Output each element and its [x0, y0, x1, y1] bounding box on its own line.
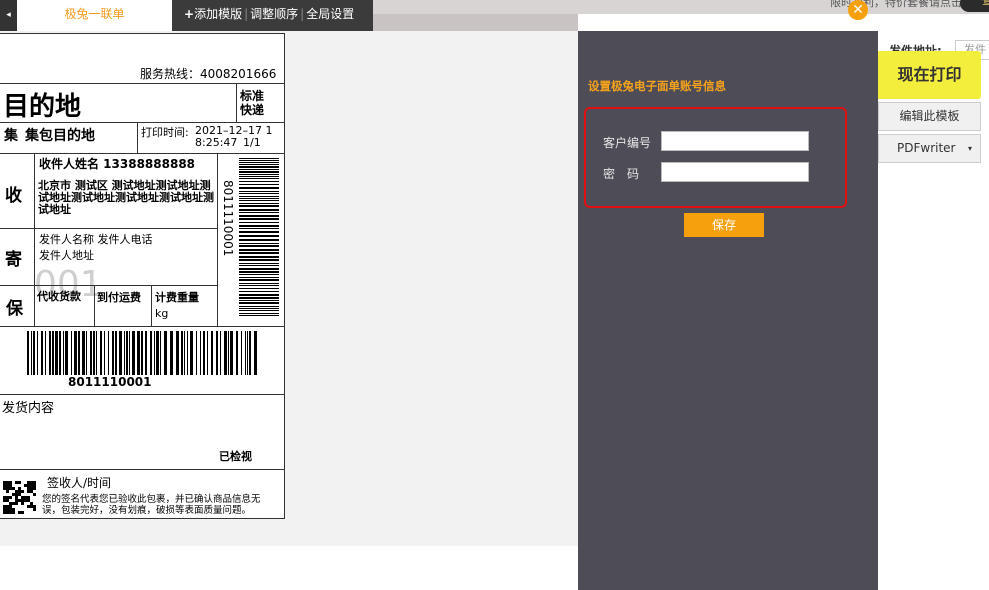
printer-name: PDFwriter — [897, 141, 956, 155]
print-time-label: 打印时间: — [141, 126, 189, 139]
barcode-number: 8011110001 — [68, 375, 152, 389]
vertical-tracking-number: 8011110001 — [221, 180, 235, 257]
divider — [0, 326, 285, 327]
vertical-barcode — [239, 158, 279, 316]
horizontal-barcode — [27, 331, 257, 375]
hub-destination: 集包目的地 — [25, 128, 95, 144]
destination: 目的地 — [3, 92, 82, 122]
global-settings-button[interactable]: 全局设置 — [306, 7, 354, 21]
password-input[interactable] — [661, 162, 809, 182]
divider — [0, 469, 285, 470]
separator: | — [244, 7, 249, 21]
send-char: 寄 — [5, 250, 22, 270]
shipping-label: 服务热线：4008201666 目的地 标准 快递 集 集包目的地 打印时间: … — [0, 33, 285, 519]
contents-label: 发货内容 — [2, 401, 55, 416]
service-type-line2: 快递 — [240, 103, 265, 117]
page-count: 1/1 — [243, 136, 261, 149]
receiver-address: 北京市 测试区 测试地址测试地址测试地址测试地址测试地址测试地址测试地址 — [38, 179, 214, 216]
divider — [0, 228, 217, 229]
hotline: 服务热线：4008201666 — [140, 67, 277, 81]
template-tools: +添加模版 | 调整顺序 | 全局设置 — [172, 0, 373, 31]
divider — [151, 285, 152, 326]
divider — [0, 122, 285, 123]
divider — [217, 153, 218, 326]
weight-label: 计费重量 — [155, 291, 199, 304]
insure-char: 保 — [6, 299, 23, 319]
inspected-mark: 已检视 — [219, 450, 252, 463]
print-clock: 8:25:47 — [195, 136, 238, 149]
customer-id-label: 客户编号 — [603, 136, 652, 150]
promo-details-button[interactable]: 查看详情 — [960, 0, 989, 12]
add-template-button[interactable]: 添加模版 — [194, 7, 242, 21]
password-label: 密 码 — [603, 167, 640, 181]
sender-address: 发件人地址 — [39, 249, 94, 262]
panel-title: 设置极兔电子面单账号信息 — [588, 79, 726, 93]
reorder-button[interactable]: 调整顺序 — [250, 7, 298, 21]
freight-collect-label: 到付运费 — [97, 291, 141, 304]
sign-label: 签收人/时间 — [47, 476, 112, 490]
divider — [94, 285, 95, 326]
save-button[interactable]: 保存 — [684, 213, 764, 237]
divider — [0, 394, 285, 395]
weight-unit: kg — [155, 307, 169, 320]
collapse-arrow-icon[interactable]: ◂ — [0, 0, 17, 31]
chevron-down-icon: ▾ — [967, 144, 972, 153]
edit-template-button[interactable]: 编辑此模板 — [878, 102, 981, 131]
divider — [0, 153, 285, 154]
promo-banner: 限时福利，特价套餐请点击 查看详情 — [373, 0, 989, 14]
divider — [0, 285, 217, 286]
hub-prefix: 集 — [4, 128, 18, 144]
printer-select[interactable]: PDFwriter ▾ — [878, 134, 981, 163]
separator: | — [300, 7, 305, 21]
print-now-button[interactable]: 现在打印 — [878, 51, 981, 99]
divider — [236, 83, 237, 123]
cod-label: 代收货款 — [37, 290, 81, 303]
divider — [0, 83, 285, 84]
receive-char: 收 — [5, 186, 22, 206]
receiver-name: 收件人姓名 13388888888 — [39, 157, 196, 171]
divider — [137, 122, 138, 153]
sign-disclaimer: 您的签名代表您已验收此包裹，并已确认商品信息无误，包装完好，没有划痕，破损等表面… — [42, 494, 261, 516]
tab-jitu-single[interactable]: 极兔一联单 — [17, 0, 172, 33]
qr-code-icon — [3, 481, 36, 514]
highlight-box — [584, 107, 847, 208]
close-icon[interactable]: ✕ — [848, 0, 868, 20]
customer-id-input[interactable] — [661, 131, 809, 151]
plus-icon: + — [184, 7, 195, 21]
sender-name: 发件人名称 发件人电话 — [39, 233, 153, 246]
